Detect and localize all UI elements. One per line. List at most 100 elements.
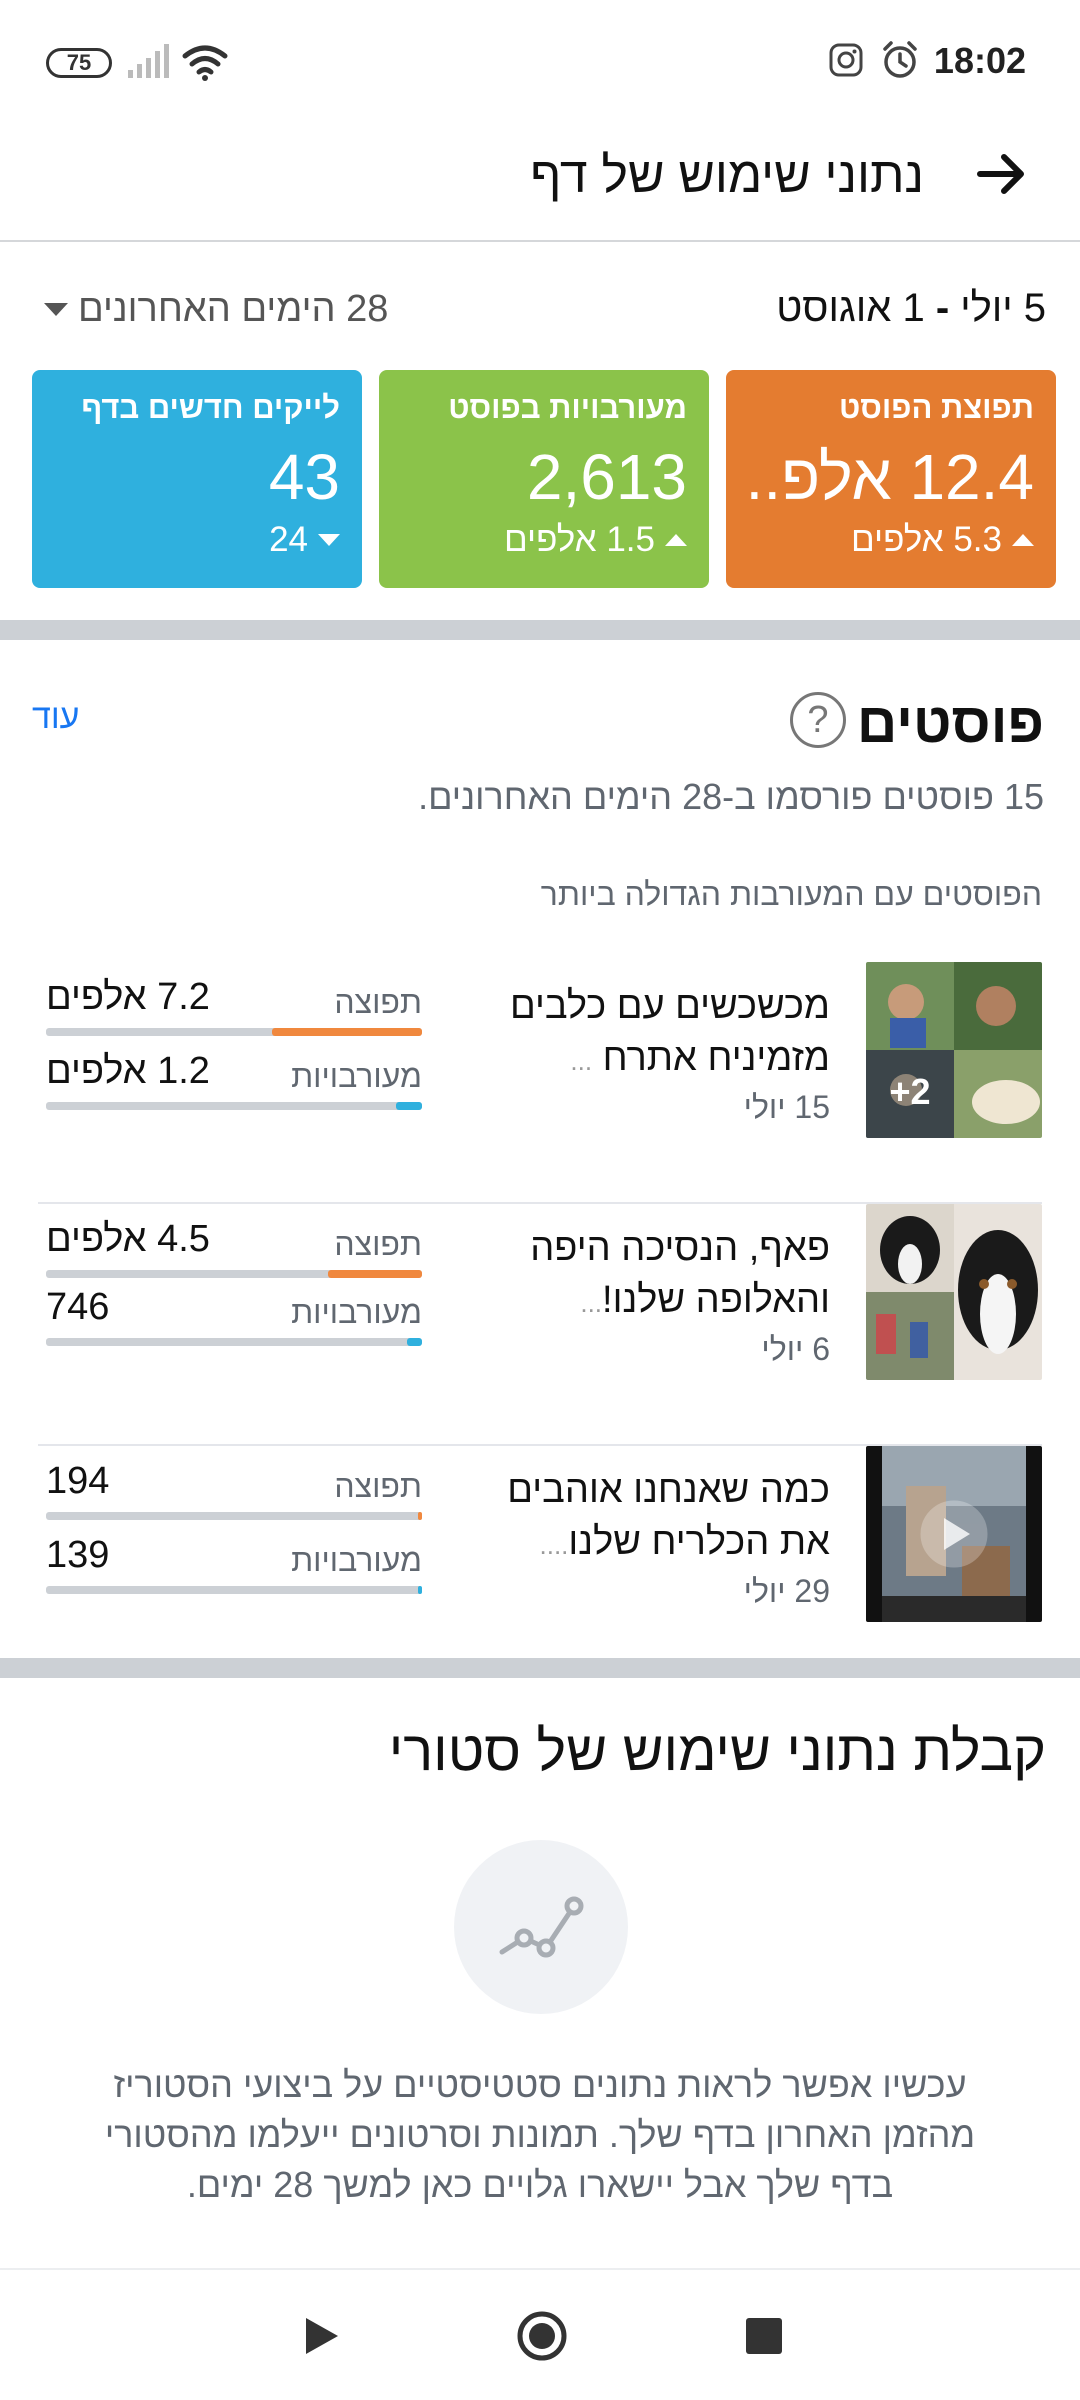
more-link[interactable]: עוד [32,698,79,737]
reach-bar-fill [328,1270,422,1278]
post-text: כמה שאנחנו אוהבים את הכלריח שלנו.... 29 … [500,1464,830,1610]
ellipsis: ... [570,1046,593,1076]
post-title-line1: מכשכשים עם כלבים [509,985,830,1027]
summary-cards: תפוצת הפוסט 12.4 אלפ.. 5.3 אלפים מעורבוי… [32,370,1056,588]
post-title: מכשכשים עם כלבים מזמיניח אתרח ... [500,980,830,1087]
posts-subtitle: 15 פוסטים פורסמו ב-28 הימים האחרונים. [418,776,1044,817]
section-divider [0,1658,1080,1678]
post-thumbnail[interactable] [866,1446,1042,1622]
help-icon[interactable]: ? [790,692,846,748]
date-end: 1 אוגוסט [776,286,925,330]
post-title-line2: והאלופה שלנו!... [500,1274,830,1329]
status-time: 18:02 [933,40,1026,81]
status-bar: 75 18:02 [0,0,1080,110]
post-text: פאף, הנסיכה היפה והאלופה שלנו!... 6 יולי [500,1222,830,1368]
signal-icon [128,44,169,78]
card-change-value: 5.3 אלפים [851,520,1002,559]
card-value: 12.4 אלפ.. [745,441,1034,513]
stories-description: עכשיו אפשר לראות נתונים סטטיסטיים על ביצ… [104,2064,976,2205]
caret-down-icon [44,302,68,316]
engagement-metric: מעורבויות 746 [46,1286,422,1346]
card-title: תפוצת הפוסט [838,390,1034,425]
reach-label: תפוצה [334,984,422,1020]
app-header: נתוני שימוש של דף [0,110,1080,242]
date-range: 5 יולי - 1 אוגוסט [776,286,1046,331]
post-row[interactable]: +2 מכשכשים עם כלבים מזמיניח אתרח ... 15 … [38,962,1042,1204]
posts-title: פוסטים [856,691,1044,754]
card-change: 5.3 אלפים [851,520,1034,560]
page-title: נתוני שימוש של דף [530,147,924,203]
stories-icon-container [454,1840,628,2014]
card-change-value: 1.5 אלפים [504,520,655,559]
reach-label: תפוצה [334,1468,422,1504]
post-thumbnail[interactable]: +2 [866,962,1042,1138]
post-title: פאף, הנסיכה היפה והאלופה שלנו!... [500,1222,830,1329]
reach-bar-fill [418,1512,422,1520]
engagement-value: 1.2 אלפים [46,1050,210,1092]
battery-indicator: 75 [46,48,112,78]
engagement-bar-track [46,1338,422,1346]
engagement-label: מעורבויות [291,1058,422,1094]
card-change: 1.5 אלפים [504,520,687,560]
ellipsis: .... [539,1530,569,1560]
engagement-bar-track [46,1586,422,1594]
post-row[interactable]: פאף, הנסיכה היפה והאלופה שלנו!... 6 יולי… [38,1204,1042,1446]
arrow-up-icon [1012,534,1034,546]
wifi-icon [182,45,228,81]
reach-metric: תפוצה 4.5 אלפים [46,1218,422,1278]
stories-section: קבלת נתוני שימוש של סטורי עכשיו אפשר לרא… [0,1680,1080,2260]
reach-value: 7.2 אלפים [46,976,210,1018]
arrow-right-icon[interactable] [974,146,1030,202]
engagement-metric: מעורבויות 1.2 אלפים [46,1050,422,1110]
trend-line-icon [499,1896,584,1958]
card-title: מעורבויות בפוסט [448,390,687,425]
engagement-value: 139 [46,1534,110,1576]
post-date: 29 יולי [743,1573,830,1609]
card-title: לייקים חדשים בדף [81,390,340,425]
period-label: 28 הימים האחרונים [78,287,389,330]
photo-collage-image: +2 [866,962,1042,1138]
stories-title: קבלת נתוני שימוש של סטורי [388,1719,1046,1782]
ellipsis: ... [580,1288,603,1318]
post-title-line2: מזמיניח אתרח ... [500,1032,830,1087]
post-title-line1: כמה שאנחנו אוהבים [507,1469,830,1511]
date-separator: - [924,286,961,330]
post-title-line2: את הכלריח שלנו.... [500,1516,831,1571]
engagement-bar-fill [406,1338,422,1346]
home-circle-icon[interactable] [516,2310,568,2362]
period-dropdown[interactable]: 28 הימים האחרונים [44,284,388,334]
post-title-line2-text: והאלופה שלנו! [602,1279,830,1321]
arrow-down-icon [318,534,340,546]
engagement-bar-fill [395,1102,422,1110]
engagement-metric: מעורבויות 139 [46,1534,422,1594]
back-triangle-icon[interactable] [302,2314,342,2358]
thumb-badge: +2 [889,1071,930,1112]
reach-bar-track [46,1512,422,1520]
post-title-line1: פאף, הנסיכה היפה [530,1227,830,1269]
card-change-value: 24 [269,520,308,559]
engagement-label: מעורבויות [291,1542,422,1578]
engagement-bar-track [46,1102,422,1110]
recents-square-icon[interactable] [746,2318,782,2354]
reach-metric: תפוצה 7.2 אלפים [46,976,422,1036]
card-new-page-likes[interactable]: לייקים חדשים בדף 43 24 [32,370,362,588]
post-title-line2-text: מזמיניח אתרח [602,1037,830,1079]
arrow-up-icon [665,534,687,546]
card-post-engagement[interactable]: מעורבויות בפוסט 2,613 1.5 אלפים [379,370,709,588]
card-value: 43 [268,441,340,513]
post-date: 15 יולי [743,1089,830,1125]
post-row[interactable]: כמה שאנחנו אוהבים את הכלריח שלנו.... 29 … [38,1446,1042,1688]
card-post-reach[interactable]: תפוצת הפוסט 12.4 אלפ.. 5.3 אלפים [726,370,1056,588]
post-thumbnail[interactable] [866,1204,1042,1380]
reach-value: 4.5 אלפים [46,1218,210,1260]
overview-section: 5 יולי - 1 אוגוסט 28 הימים האחרונים תפוצ… [0,244,1080,620]
reach-bar-fill [271,1028,422,1036]
engagement-label: מעורבויות [291,1294,422,1330]
section-divider [0,620,1080,640]
reach-value: 194 [46,1460,110,1502]
reach-bar-track [46,1270,422,1278]
alarm-icon [883,41,917,78]
engagement-bar-fill [418,1586,422,1594]
top-posts-label: הפוסטים עם המעורבות הגדולה ביותר [540,876,1042,912]
instagram-icon [829,43,863,77]
